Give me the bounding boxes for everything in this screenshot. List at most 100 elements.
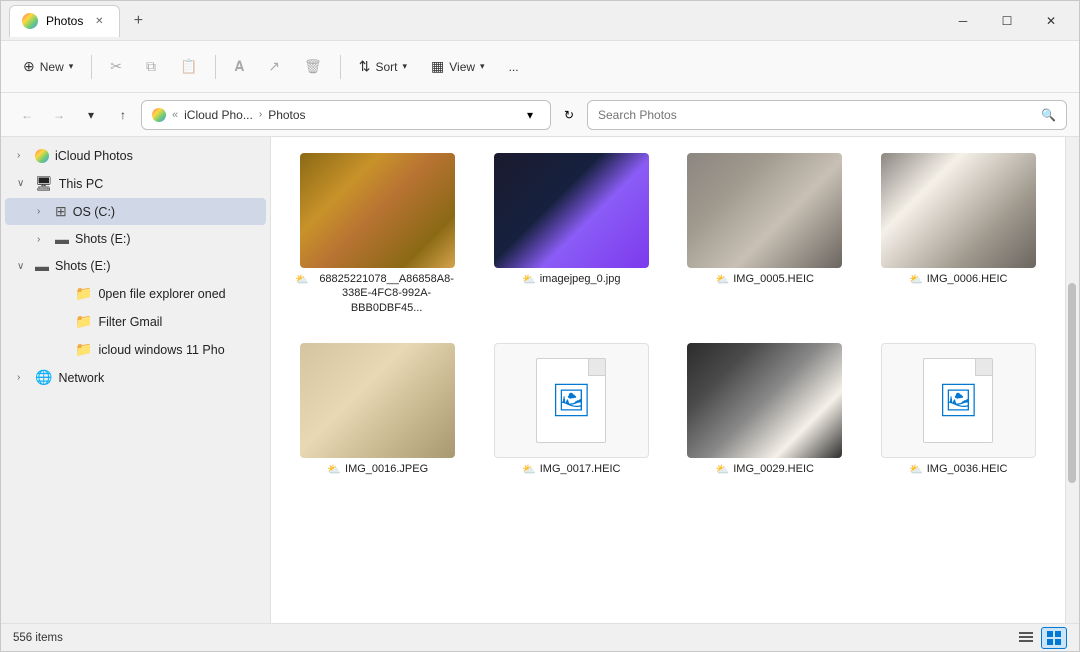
paste-icon: 📋 [180,58,197,75]
file-name-5: IMG_0016.JPEG [345,462,428,476]
file-item-7[interactable]: ⛅ IMG_0029.HEIC [674,335,856,484]
maximize-button[interactable]: ☐ [987,5,1027,37]
shots-e1-icon: ▬ [55,231,69,247]
sidebar-item-open-file[interactable]: 📁 0pen file explorer oned [5,280,266,307]
close-button[interactable]: ✕ [1031,5,1071,37]
more-button[interactable]: ... [499,55,529,79]
sort-chevron: ▾ [402,61,407,72]
breadcrumb-bar[interactable]: « iCloud Pho... › Photos ▾ [141,100,551,130]
new-tab-button[interactable]: + [124,7,152,35]
view-grid-button[interactable] [1041,627,1067,649]
scrollbar-thumb[interactable] [1068,283,1076,483]
minimize-button[interactable]: ─ [943,5,983,37]
breadcrumb-app-icon [152,108,166,122]
sidebar-label-network: Network [58,371,254,385]
new-icon: ⊕ [23,58,35,75]
sort-label: Sort [375,60,397,74]
sort-icon: ⇅ [359,58,371,75]
file-item-4[interactable]: ⛅ IMG_0006.HEIC [868,145,1050,323]
file-thumbnail-8: 🖼 [881,343,1036,458]
view-label: View [449,60,475,74]
file-item-5[interactable]: ⛅ IMG_0016.JPEG [287,335,469,484]
delete-icon: 🗑 [304,58,322,75]
share-button[interactable]: ↗ [258,53,290,80]
main-content: › iCloud Photos ∨ 🖥 This PC › ⊞ OS (C:) [1,137,1079,623]
sidebar-item-os-c[interactable]: › ⊞ OS (C:) [5,198,266,225]
new-button[interactable]: ⊕ New ▾ [13,53,83,80]
new-chevron: ▾ [69,61,74,72]
file-item-8[interactable]: 🖼 ⛅ IMG_0036.HEIC [868,335,1050,484]
sidebar-label-os-c: OS (C:) [73,205,254,219]
cut-button[interactable]: ✂ [100,53,132,80]
sidebar-item-filter-gmail[interactable]: 📁 Filter Gmail [5,308,266,335]
file-name-8: IMG_0036.HEIC [927,462,1008,476]
file-name-3: IMG_0005.HEIC [733,272,814,286]
breadcrumb-expand-button[interactable]: ▾ [520,105,540,125]
file-thumbnail-6: 🖼 [494,343,649,458]
search-input[interactable] [598,108,1035,122]
sidebar-item-icloud-win[interactable]: 📁 icloud windows 11 Pho [5,336,266,363]
separator-2 [215,55,216,79]
copy-button[interactable]: ⧉ [136,53,166,80]
sidebar-item-shots-e1[interactable]: › ▬ Shots (E:) [5,226,266,252]
expand-icon: › [37,206,49,217]
paste-button[interactable]: 📋 [170,53,207,80]
sidebar-item-network[interactable]: › 🌐 Network [5,364,266,391]
file-thumbnail-5 [300,343,455,458]
file-area: ⛅ 68825221078__A86858A8-338E-4FC8-992A-B… [271,137,1065,623]
file-name-6: IMG_0017.HEIC [540,462,621,476]
breadcrumb-parent: iCloud Pho... [184,108,253,122]
sidebar: › iCloud Photos ∨ 🖥 This PC › ⊞ OS (C:) [1,137,271,623]
active-tab[interactable]: Photos ✕ [9,5,120,37]
rename-button[interactable]: 𝐀 [224,53,254,80]
tab-close-button[interactable]: ✕ [91,13,107,29]
view-icon: ▦ [431,58,444,75]
file-name-row-8: ⛅ IMG_0036.HEIC [876,462,1042,476]
up-button[interactable]: ↑ [109,101,137,129]
scrollbar[interactable] [1065,137,1079,623]
cloud-sync-icon-4: ⛅ [909,273,923,286]
file-item-6[interactable]: 🖼 ⛅ IMG_0017.HEIC [481,335,663,484]
file-name-row-5: ⛅ IMG_0016.JPEG [295,462,461,476]
cloud-sync-icon-8: ⛅ [909,463,923,476]
sidebar-label-shots-e1: Shots (E:) [75,232,254,246]
view-chevron: ▾ [480,61,485,72]
expand-icon: › [17,372,29,383]
search-box[interactable]: 🔍 [587,100,1067,130]
file-item-1[interactable]: ⛅ 68825221078__A86858A8-338E-4FC8-992A-B… [287,145,469,323]
back-button[interactable]: ← [13,101,41,129]
forward-button[interactable]: → [45,101,73,129]
icloud-win-icon: 📁 [75,341,92,358]
expand-icon: › [17,150,29,161]
cloud-sync-icon-2: ⛅ [522,273,536,286]
file-name-1: 68825221078__A86858A8-338E-4FC8-992A-BBB… [313,272,461,315]
delete-button[interactable]: 🗑 [294,53,332,80]
photos-app-icon [22,13,38,29]
file-item-2[interactable]: ⛅ imagejpeg_0.jpg [481,145,663,323]
sidebar-label-filter-gmail: Filter Gmail [98,315,254,329]
recent-button[interactable]: ▾ [77,101,105,129]
doc-inner-icon-6: 🖼 [551,381,592,419]
copy-icon: ⧉ [146,58,156,75]
cloud-sync-icon-7: ⛅ [716,463,730,476]
file-name-row-3: ⛅ IMG_0005.HEIC [682,272,848,286]
file-thumbnail-2 [494,153,649,268]
window-controls: ─ ☐ ✕ [943,5,1071,37]
file-item-3[interactable]: ⛅ IMG_0005.HEIC [674,145,856,323]
sidebar-item-shots-e2[interactable]: ∨ ▬ Shots (E:) [5,253,266,279]
file-name-row-4: ⛅ IMG_0006.HEIC [876,272,1042,286]
sidebar-item-icloud-photos[interactable]: › iCloud Photos [5,142,266,169]
sort-button[interactable]: ⇅ Sort ▾ [349,53,417,80]
search-icon: 🔍 [1041,108,1056,122]
sidebar-item-this-pc[interactable]: ∨ 🖥 This PC [5,170,266,197]
file-thumbnail-3 [687,153,842,268]
this-pc-icon: 🖥 [35,175,53,192]
view-button[interactable]: ▦ View ▾ [421,53,495,80]
view-list-button[interactable] [1013,627,1039,649]
file-name-row-1: ⛅ 68825221078__A86858A8-338E-4FC8-992A-B… [295,272,461,315]
refresh-button[interactable]: ↻ [555,101,583,129]
addressbar: ← → ▾ ↑ « iCloud Pho... › Photos ▾ ↻ 🔍 [1,93,1079,137]
toolbar: ⊕ New ▾ ✂ ⧉ 📋 𝐀 ↗ 🗑 ⇅ Sort ▾ ▦ [1,41,1079,93]
icloud-photos-icon [35,147,49,164]
cloud-sync-icon-6: ⛅ [522,463,536,476]
